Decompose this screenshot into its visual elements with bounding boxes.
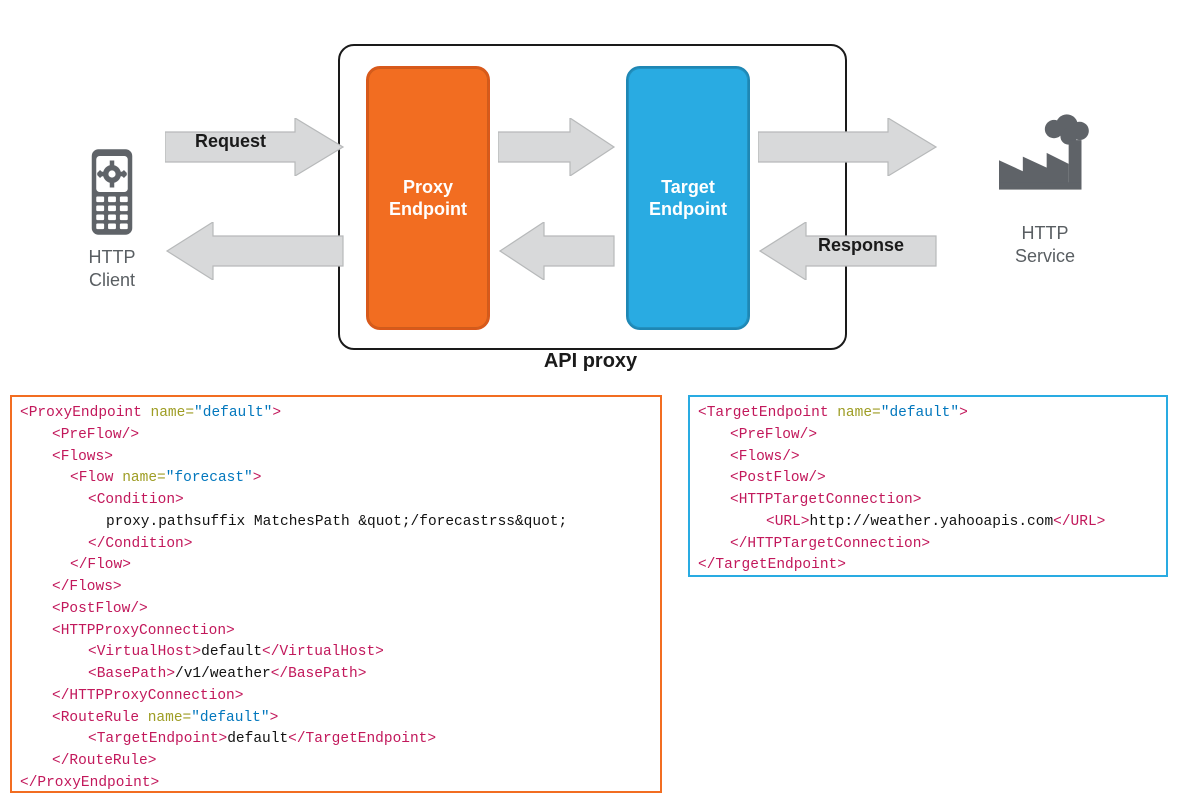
diagram-canvas: HTTPClient HTTPService API proxy ProxyEn…	[0, 0, 1186, 778]
api-proxy-caption: API proxy	[338, 350, 843, 373]
arrow-target-to-service	[758, 118, 938, 181]
arrow-proxy-to-client	[165, 222, 345, 285]
target-endpoint-code: <TargetEndpoint name="default"><PreFlow/…	[688, 395, 1168, 577]
response-label: Response	[818, 235, 904, 256]
http-service-icon	[988, 108, 1098, 223]
proxy-endpoint-code: <ProxyEndpoint name="default"><PreFlow/>…	[10, 395, 662, 793]
request-label: Request	[195, 131, 266, 152]
http-service-label: HTTPService	[1000, 222, 1090, 267]
target-endpoint-node: TargetEndpoint	[626, 66, 750, 330]
arrow-target-to-proxy	[498, 222, 616, 285]
proxy-endpoint-node-label: ProxyEndpoint	[389, 176, 467, 221]
arrow-proxy-to-target	[498, 118, 616, 181]
proxy-endpoint-node: ProxyEndpoint	[366, 66, 490, 330]
http-client-label: HTTPClient	[72, 246, 152, 291]
http-client-icon	[82, 147, 152, 242]
target-endpoint-node-label: TargetEndpoint	[649, 176, 727, 221]
